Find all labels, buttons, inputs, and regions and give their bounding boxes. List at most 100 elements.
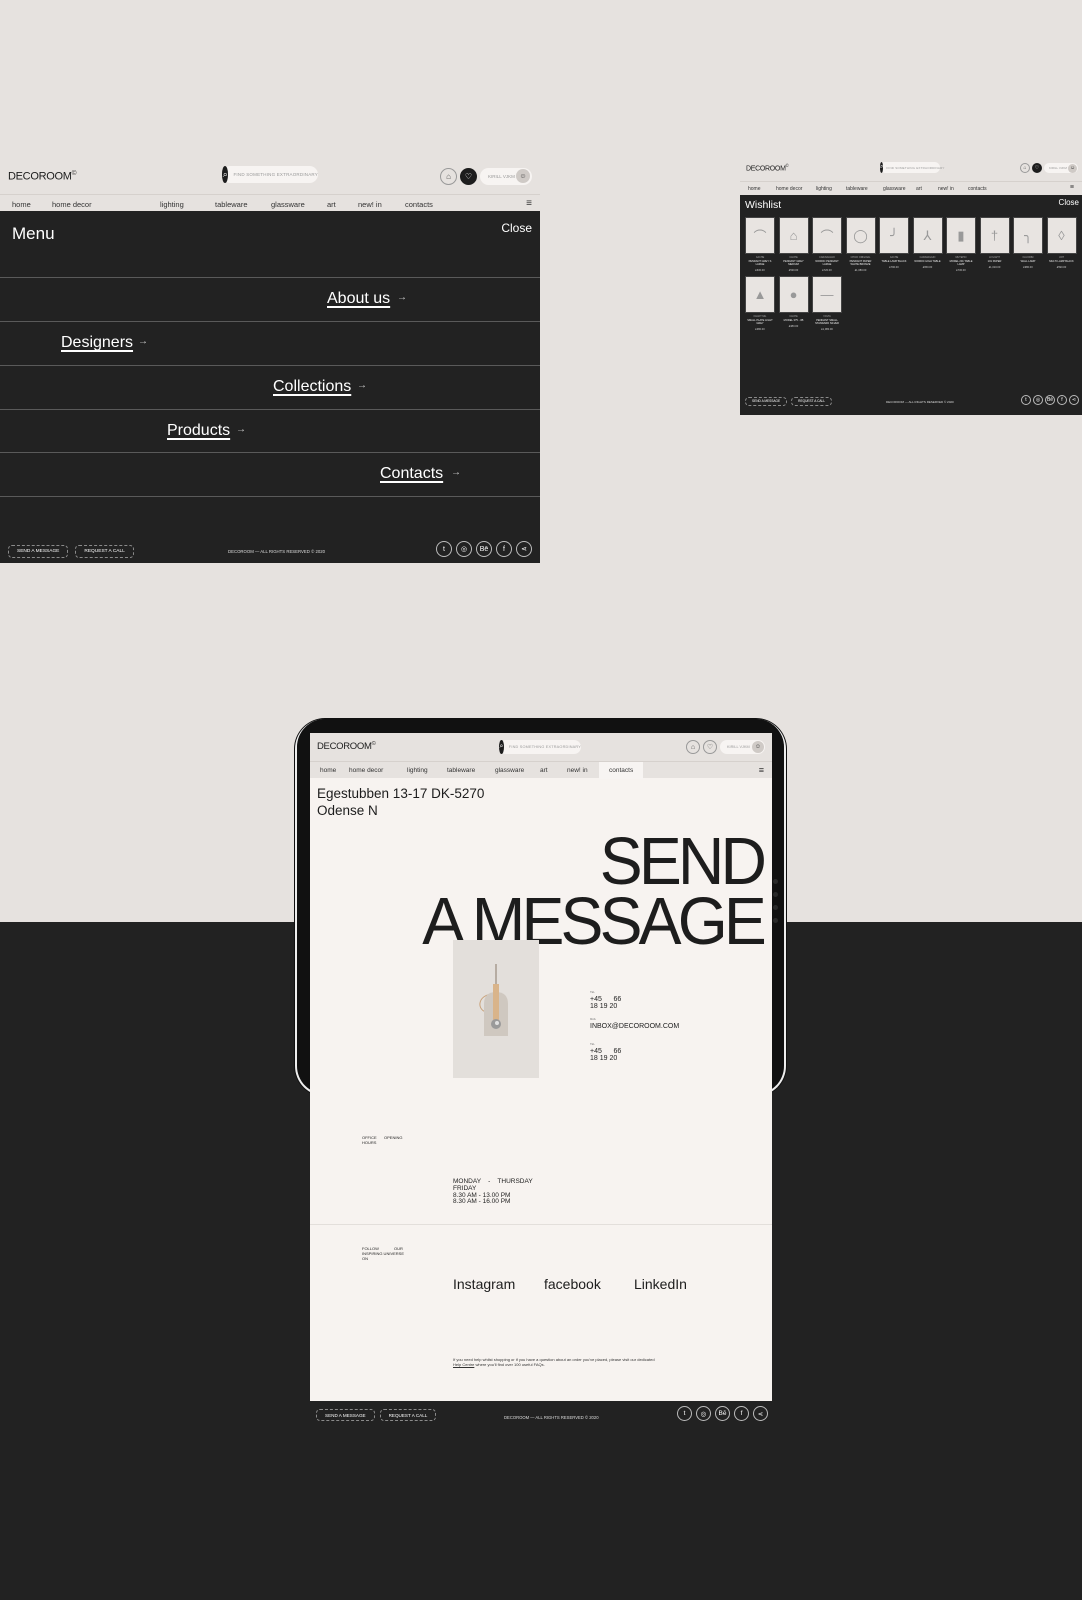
request-call-button[interactable]: REQUEST A CALL [75, 544, 134, 558]
hamburger-menu-icon[interactable]: ≡ [759, 765, 764, 775]
nav-art[interactable]: art [534, 762, 559, 779]
email-link[interactable]: INBOX@DECOROOM.COM [590, 1023, 679, 1030]
user-menu[interactable]: KIRILL VJKM ☺ [720, 740, 765, 754]
help-centre-link[interactable]: Help Centre [453, 1362, 474, 1367]
heart-icon[interactable]: ♡ [1032, 163, 1042, 173]
request-call-button[interactable]: REQUEST A CALL [379, 1409, 437, 1421]
nav-tableware[interactable]: tableware [215, 200, 271, 209]
menu-item-designers[interactable]: Designers → [0, 321, 540, 365]
menu-item-collections[interactable]: Collections → [0, 365, 540, 409]
wishlist-item[interactable]: ╮ FLUORIM WALL LAMP £980.00 [1013, 217, 1043, 272]
wishlist-item[interactable]: † LIVLIGHT 101 PAPER £1,010.00 [979, 217, 1010, 272]
contacts-page: DECOROOM© ⌕ FIND SOMETHING EXTRAORDINARY… [310, 733, 772, 1401]
wishlist-item[interactable]: ▲ FAGOT MIL SMALL PLATE LIGHT GREY £380.00 [745, 276, 775, 331]
twitter-icon[interactable]: t [677, 1406, 692, 1421]
facebook-icon[interactable]: f [496, 541, 512, 557]
nav-contacts[interactable]: contacts [405, 200, 433, 209]
send-message-button[interactable]: SEND A MESSAGE [316, 1409, 375, 1421]
phone-number[interactable]: +45 66 [590, 996, 621, 1003]
search-icon[interactable]: ⌕ [499, 740, 504, 754]
nav-home[interactable]: home [748, 182, 776, 196]
wishlist-close-button[interactable]: Close [1059, 198, 1079, 207]
wishlist-item[interactable]: ◊ UNT MULTI LAMP BLACK £590.00 [1046, 217, 1077, 272]
wishlist-item[interactable]: ⌒ CACHE PENDANT GREY S LARGE £630.00 [745, 217, 775, 272]
nav-contacts[interactable]: contacts [968, 182, 987, 196]
bag-icon[interactable]: ⌂ [440, 167, 457, 185]
search-input[interactable]: ⌕ FIND SOMETHING EXTRAORDINARY [880, 162, 944, 173]
nav-lighting[interactable]: lighting [816, 182, 846, 196]
behance-icon[interactable]: Bē [1045, 395, 1055, 405]
share-icon[interactable]: ⋖ [1069, 395, 1079, 405]
behance-icon[interactable]: Bē [476, 541, 492, 557]
facebook-link[interactable]: facebook [544, 1276, 601, 1292]
send-message-button[interactable]: SEND A MESSAGE [8, 544, 69, 558]
nav-tableware[interactable]: tableware [846, 182, 883, 196]
instagram-link[interactable]: Instagram [453, 1276, 515, 1292]
search-input[interactable]: ⌕ FIND SOMETHING EXTRAORDINARY [222, 166, 318, 183]
instagram-icon[interactable]: ◎ [456, 541, 472, 557]
wishlist-item[interactable]: ╯ CACHE TABLE LAMP BLACK £790.00 [879, 217, 909, 272]
wishlist-item[interactable]: ⅄ CARAVAGGIO NORDIC HIGH TABLE £650.00 [912, 217, 943, 272]
instagram-icon[interactable]: ◎ [1033, 395, 1043, 405]
nav-art[interactable]: art [916, 182, 938, 196]
wishlist-item[interactable]: — VOLTA PENDANT SMALL STANDARD SILVER £1,08… [812, 276, 842, 331]
logo[interactable]: DECOROOM© [317, 741, 376, 752]
heart-icon[interactable]: ♡ [703, 740, 717, 754]
nav-lighting[interactable]: lighting [400, 762, 442, 779]
facebook-icon[interactable]: f [1057, 395, 1067, 405]
nav-glassware[interactable]: glassware [489, 762, 534, 779]
request-call-button[interactable]: REQUEST A CALL [791, 396, 833, 406]
nav-home-decor[interactable]: home decor [52, 200, 161, 209]
instagram-icon[interactable]: ◎ [696, 1406, 711, 1421]
search-placeholder: FIND SOMETHING EXTRAORDINARY [886, 165, 945, 170]
nav-lighting[interactable]: lighting [160, 200, 195, 209]
nav-contacts[interactable]: contacts [599, 761, 643, 779]
logo[interactable]: DECOROOM© [746, 163, 789, 172]
product-name: TABLE LAMP BLACK [881, 259, 907, 263]
twitter-icon[interactable]: t [1021, 395, 1031, 405]
user-menu[interactable]: KIRILL VJKM ☺ [480, 167, 532, 185]
nav-home-decor[interactable]: home decor [776, 182, 816, 196]
copyright: DECOROOM — ALL RIGHTS RESERVED © 2020 [504, 1415, 599, 1420]
twitter-icon[interactable]: t [436, 541, 452, 557]
menu-item-about-us[interactable]: About us → [0, 277, 540, 321]
wishlist-item[interactable]: ▮ MUTEPIO MODEL 201 TABLE LAMP £730.00 [946, 217, 976, 272]
user-menu[interactable]: KIRILL VJKM ☺ [1044, 163, 1078, 173]
hamburger-menu-icon[interactable]: ≡ [526, 198, 532, 209]
nav-home[interactable]: home [310, 762, 345, 779]
wishlist-item[interactable]: ● CACHE MODEL 375 - 3B £380.00 [778, 276, 809, 331]
bag-icon[interactable]: ⌂ [686, 740, 700, 754]
bag-icon[interactable]: ⌂ [1020, 163, 1030, 173]
nav-new-in[interactable]: new! in [559, 762, 599, 779]
search-input[interactable]: ⌕ FIND SOMETHING EXTRAORDINARY [499, 740, 581, 754]
menu-close-button[interactable]: Close [501, 221, 532, 235]
logo[interactable]: DECOROOM© [8, 170, 76, 183]
nav-tableware[interactable]: tableware [442, 762, 489, 779]
menu-item-contacts[interactable]: Contacts → [0, 452, 540, 496]
nav-art[interactable]: art [327, 200, 358, 209]
menu-item-products[interactable]: Products → [0, 409, 540, 453]
wishlist-footer: SEND A MESSAGE REQUEST A CALL DECOROOM —… [745, 395, 1079, 407]
search-icon[interactable]: ⌕ [880, 162, 884, 173]
send-message-button[interactable]: SEND A MESSAGE [745, 396, 788, 406]
linkedin-link[interactable]: LinkedIn [634, 1276, 687, 1292]
wishlist-item[interactable]: ⌂ CACHE PENDANT GREY MEDIUM £530.00 [778, 217, 809, 272]
nav-new-in[interactable]: new! in [358, 200, 405, 209]
hamburger-menu-icon[interactable]: ≡ [1070, 184, 1074, 191]
behance-icon[interactable]: Bē [715, 1406, 730, 1421]
wishlist-item[interactable]: ⌒ CARAVAGGIO NORDIC PENDANT LARGE £720.00 [812, 217, 842, 272]
nav-new-in[interactable]: new! in [938, 182, 968, 196]
wishlist-item[interactable]: ◯ CHICO ORIGINAL PENDANT PAPER WHITE BRONZ… [845, 217, 876, 272]
facebook-icon[interactable]: f [734, 1406, 749, 1421]
nav-home-decor[interactable]: home decor [345, 762, 400, 779]
product-name: NORDIC PENDANT LARGE [815, 259, 839, 266]
share-icon[interactable]: ⋖ [753, 1406, 768, 1421]
nav-glassware[interactable]: glassware [883, 182, 916, 196]
phone-number-2[interactable]: +45 66 [590, 1048, 621, 1055]
nav-home[interactable]: home [12, 200, 52, 209]
product-image: ▲ [745, 276, 775, 314]
share-icon[interactable]: ⋖ [516, 541, 532, 557]
nav-glassware[interactable]: glassware [271, 200, 327, 209]
heart-icon[interactable]: ♡ [460, 167, 477, 185]
search-icon[interactable]: ⌕ [222, 166, 229, 183]
